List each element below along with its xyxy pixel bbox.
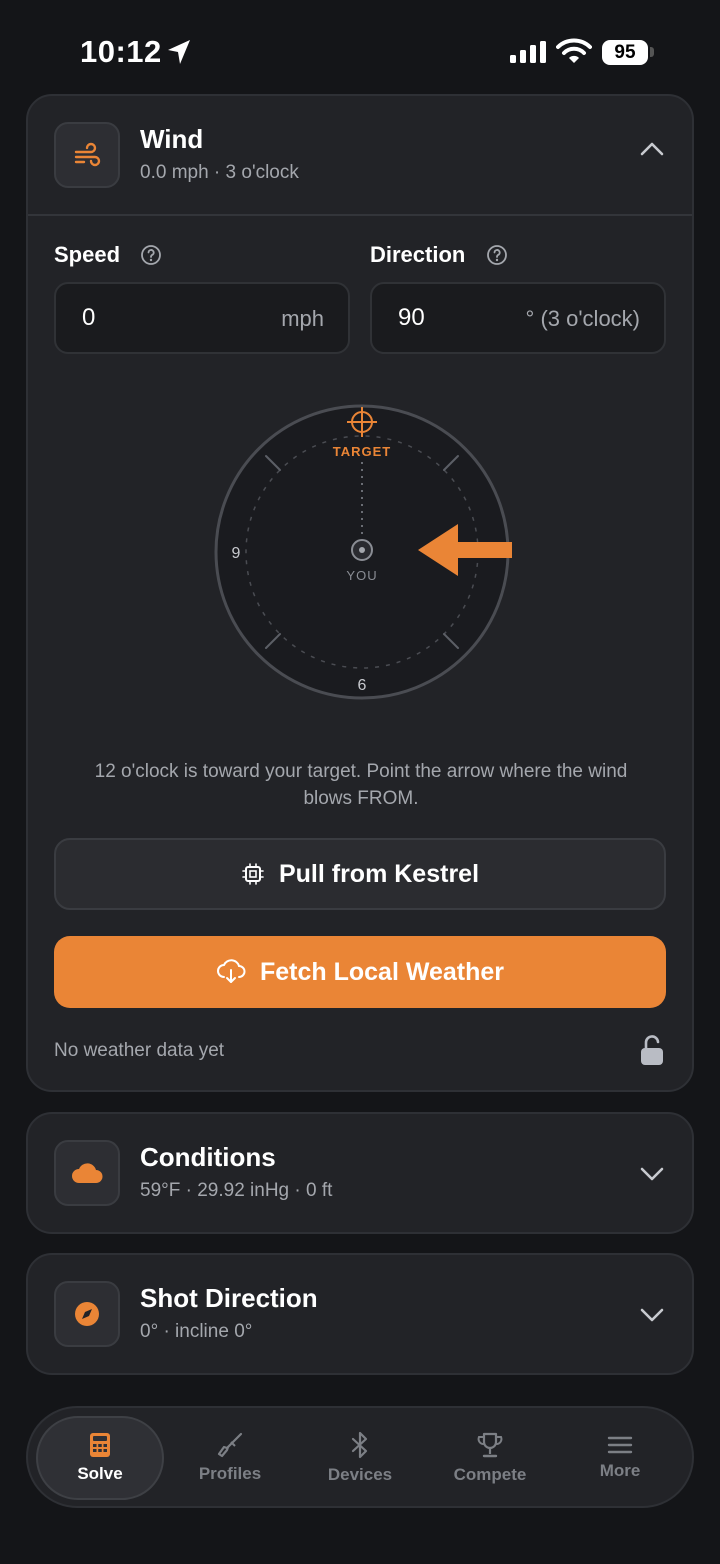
fetch-local-weather-label: Fetch Local Weather — [259, 957, 505, 986]
chevron-down-icon[interactable] — [640, 1166, 664, 1182]
compass-icon — [75, 1302, 99, 1326]
tab-solve[interactable]: Solve — [36, 1416, 164, 1500]
shot-direction-card[interactable]: Shot Direction 0° · incline 0° — [26, 1253, 694, 1375]
conditions-subtitle: 59°F · 29.92 inHg · 0 ft — [140, 1180, 333, 1201]
tab-compete[interactable]: Compete — [426, 1416, 554, 1500]
shot-direction-title: Shot Direction — [140, 1283, 318, 1313]
bottom-tab-bar: Solve Profiles Devices Compete More — [26, 1406, 694, 1508]
unlock-icon[interactable] — [640, 1034, 664, 1066]
conditions-card[interactable]: Conditions 59°F · 29.92 inHg · 0 ft — [26, 1112, 694, 1234]
conditions-title: Conditions — [140, 1142, 276, 1172]
direction-label: Direction — [370, 242, 466, 267]
tab-devices[interactable]: Devices — [296, 1416, 424, 1500]
wind-hint-text: 12 o'clock is toward your target. Point … — [94, 761, 628, 809]
direction-input[interactable]: 90 ° (3 o'clock) — [370, 282, 666, 354]
pull-from-kestrel-button[interactable]: Pull from Kestrel — [54, 838, 666, 910]
wind-card: Wind 0.0 mph · 3 o'clock Speed 0 mph Dir… — [26, 94, 694, 1092]
wind-divider — [28, 214, 692, 216]
wind-card-header[interactable]: Wind 0.0 mph · 3 o'clock — [28, 96, 692, 214]
wind-title: Wind — [140, 124, 204, 154]
speed-unit: mph — [281, 306, 324, 331]
direction-unit: ° (3 o'clock) — [525, 306, 640, 331]
chevron-up-icon[interactable] — [640, 140, 664, 156]
conditions-icon-box — [54, 1140, 120, 1206]
tab-compete-label: Compete — [453, 1465, 527, 1484]
shot-direction-subtitle: 0° · incline 0° — [140, 1321, 253, 1342]
you-label: YOU — [346, 568, 377, 583]
clock-label-9: 9 — [232, 545, 241, 562]
battery-tip — [650, 47, 654, 57]
status-time: 10:12 — [80, 34, 162, 69]
tab-more-label: More — [599, 1461, 641, 1480]
speed-help-icon[interactable] — [140, 244, 162, 266]
battery-indicator: 95 — [602, 40, 648, 65]
cloud-icon — [72, 1163, 103, 1183]
status-bar: 10:12 95 — [0, 0, 720, 90]
speed-input[interactable]: 0 mph — [54, 282, 350, 354]
chevron-down-icon[interactable] — [640, 1307, 664, 1323]
menu-icon — [607, 1436, 633, 1454]
rifle-icon — [217, 1432, 243, 1458]
tab-profiles[interactable]: Profiles — [166, 1416, 294, 1500]
cloud-download-icon — [216, 959, 246, 983]
target-label: TARGET — [333, 444, 391, 459]
shot-direction-icon-box — [54, 1281, 120, 1347]
wind-subtitle: 0.0 mph · 3 o'clock — [140, 162, 299, 183]
direction-help-icon[interactable] — [486, 244, 508, 266]
tab-profiles-label: Profiles — [198, 1464, 262, 1483]
wifi-icon — [556, 38, 592, 63]
calculator-icon — [90, 1433, 110, 1457]
shooter-center-icon — [351, 539, 373, 561]
tab-solve-label: Solve — [77, 1464, 123, 1483]
wind-icon-box — [54, 122, 120, 188]
speed-label: Speed — [54, 242, 121, 267]
wind-icon — [74, 142, 101, 167]
wind-clock-dial[interactable]: TARGET YOU 9 6 — [212, 402, 512, 702]
tab-devices-label: Devices — [327, 1465, 393, 1484]
fetch-local-weather-button[interactable]: Fetch Local Weather — [54, 936, 666, 1008]
weather-status-text: No weather data yet — [54, 1040, 225, 1061]
pull-from-kestrel-label: Pull from Kestrel — [278, 859, 480, 888]
location-arrow-icon — [168, 40, 190, 64]
chip-icon — [242, 863, 264, 885]
trophy-icon — [477, 1432, 503, 1458]
direction-value: 90 — [398, 304, 425, 331]
tab-more[interactable]: More — [556, 1416, 684, 1500]
cellular-signal-icon — [510, 41, 546, 63]
speed-value: 0 — [82, 304, 96, 331]
clock-label-6: 6 — [358, 677, 367, 694]
bluetooth-icon — [351, 1431, 368, 1459]
